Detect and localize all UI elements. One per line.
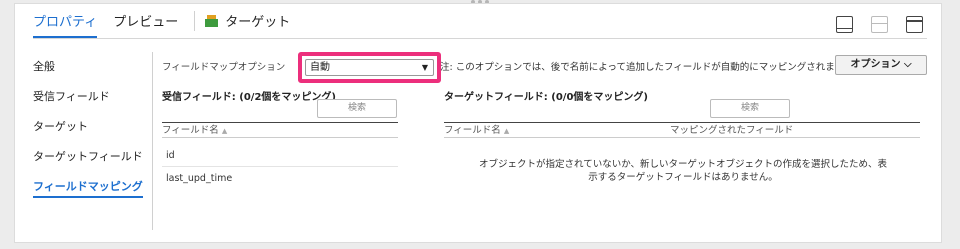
sidebar-item-target[interactable]: ターゲット [33,112,155,142]
panel-top-icon[interactable] [906,16,923,33]
sidebar-item-label: ターゲット [33,120,88,133]
tab-target[interactable]: ターゲット [205,11,290,36]
field-map-option-label: フィールドマップオプション [162,62,286,73]
sidebar-item-target-fields[interactable]: ターゲットフィールド [33,142,155,172]
sidebar-item-label: フィールドマッピング [33,180,143,198]
sidebar-item-general[interactable]: 全般 [33,52,155,82]
incoming-table-header: フィールド名 ▲ [162,122,398,138]
sort-asc-icon[interactable]: ▲ [504,127,509,135]
sidebar-item-label: 受信フィールド [33,90,110,103]
incoming-search-input[interactable]: 検索 [317,99,397,118]
sidebar-nav: 全般 受信フィールド ターゲット ターゲットフィールド フィールドマッピング [33,52,155,202]
field-map-option-value: 自動 [310,62,330,73]
sidebar-divider [152,52,153,230]
tab-target-label: ターゲット [225,15,291,30]
target-search-input[interactable]: 検索 [710,99,790,118]
tab-properties[interactable]: プロパティ [33,11,98,39]
target-empty-line-2: 示するターゲットフィールドはありません。 [588,172,778,183]
tab-divider [33,38,927,39]
target-fields-title: ターゲットフィールド: (0/0個をマッピング) [444,92,648,103]
sidebar-item-label: 全般 [33,60,55,73]
sidebar-item-label: ターゲットフィールド [33,150,143,163]
target-empty-message: オブジェクトが指定されていないか、新しいターゲットオブジェクトの作成を選択したた… [447,158,919,184]
panel-bottom-icon[interactable] [836,16,853,33]
target-empty-line-1: オブジェクトが指定されていないか、新しいターゲットオブジェクトの作成を選択したた… [478,159,888,170]
sort-asc-icon[interactable]: ▲ [222,127,227,135]
table-row[interactable]: id [166,150,175,161]
tab-preview[interactable]: プレビュー [113,11,178,36]
row-divider [162,166,398,167]
sidebar-item-field-mapping[interactable]: フィールドマッピング [33,172,155,202]
target-col-field-name[interactable]: フィールド名 [444,125,501,136]
tab-bar: プロパティ プレビュー ターゲット [33,11,306,39]
field-map-option-highlight: 自動 ▼ [298,52,441,83]
incoming-col-field-name[interactable]: フィールド名 [162,125,219,136]
target-col-mapped-field[interactable]: マッピングされたフィールド [670,123,793,138]
table-row[interactable]: last_upd_time [166,173,232,184]
layout-toggle-group [836,16,923,33]
sidebar-item-incoming-fields[interactable]: 受信フィールド [33,82,155,112]
field-map-note: 注: このオプションでは、後で名前によって追加したフィールドが自動的にマッピング… [440,62,838,73]
field-map-option-row: フィールドマップオプション 注: このオプションでは、後で名前によって追加したフ… [162,52,927,83]
dropdown-arrow-icon: ▼ [421,63,428,72]
tab-separator [194,11,196,31]
options-button[interactable]: オプション ⌵ [835,55,927,75]
target-table-header: フィールド名 ▲ マッピングされたフィールド [444,122,920,138]
panel-split-icon[interactable] [871,16,888,33]
target-table-icon [205,15,219,27]
properties-panel: プロパティ プレビュー ターゲット 全般 受信フィールド ターゲット ターゲット… [14,3,942,243]
incoming-fields-title: 受信フィールド: (0/2個をマッピング) [162,92,336,103]
field-map-option-select[interactable]: 自動 ▼ [305,59,434,76]
